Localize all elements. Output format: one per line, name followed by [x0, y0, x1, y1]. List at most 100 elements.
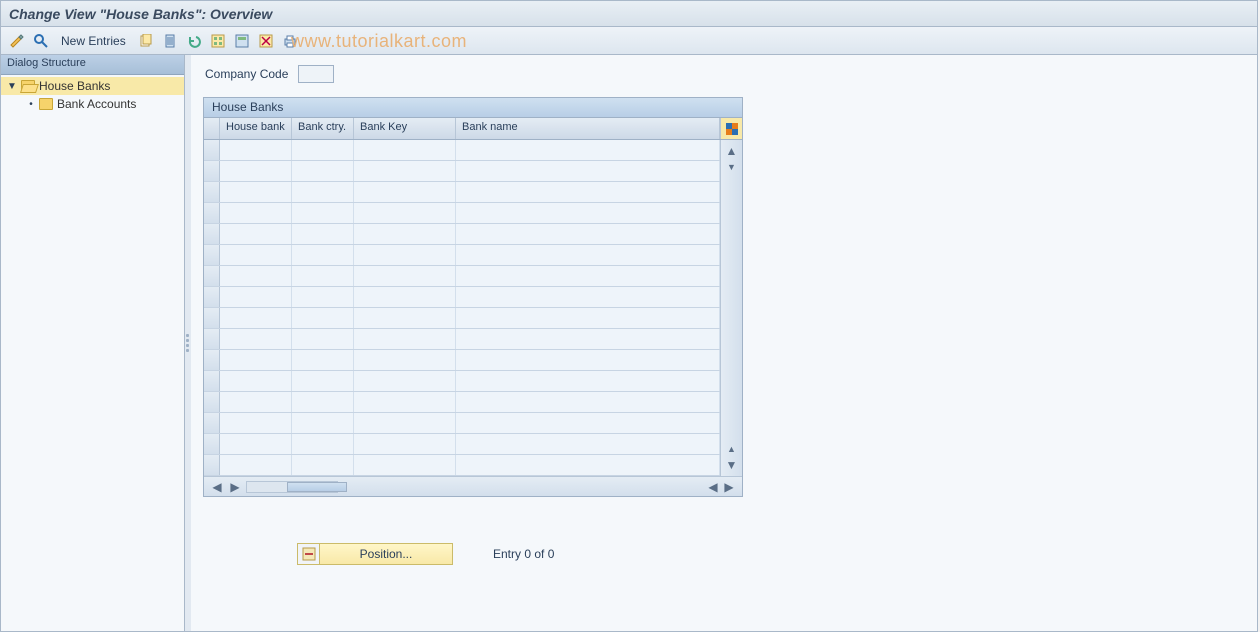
table-row[interactable]: [204, 392, 720, 413]
row-selector[interactable]: [204, 371, 220, 391]
undo-icon[interactable]: [184, 31, 204, 51]
select-block-icon[interactable]: [232, 31, 252, 51]
configure-columns-button[interactable]: [720, 118, 742, 139]
cell-bank-name[interactable]: [456, 329, 720, 349]
cell-bank-key[interactable]: [354, 371, 456, 391]
cell-bank-key[interactable]: [354, 140, 456, 160]
table-row[interactable]: [204, 161, 720, 182]
cell-bank-name[interactable]: [456, 455, 720, 475]
vertical-scrollbar[interactable]: ▲ ▼ ▲ ▼: [720, 140, 742, 476]
cell-bank-ctry[interactable]: [292, 350, 354, 370]
cell-house-bank[interactable]: [220, 371, 292, 391]
hscroll-track[interactable]: [246, 481, 338, 493]
cell-bank-key[interactable]: [354, 329, 456, 349]
cell-bank-key[interactable]: [354, 392, 456, 412]
page-left-icon[interactable]: ▶: [228, 480, 242, 494]
select-all-icon[interactable]: [208, 31, 228, 51]
row-selector[interactable]: [204, 266, 220, 286]
cell-bank-name[interactable]: [456, 413, 720, 433]
column-bank-key[interactable]: Bank Key: [354, 118, 456, 139]
table-row[interactable]: [204, 203, 720, 224]
row-selector[interactable]: [204, 329, 220, 349]
scroll-down-icon[interactable]: ▼: [725, 458, 739, 472]
row-selector[interactable]: [204, 392, 220, 412]
row-selector[interactable]: [204, 455, 220, 475]
table-row[interactable]: [204, 182, 720, 203]
cell-bank-ctry[interactable]: [292, 392, 354, 412]
table-row[interactable]: [204, 413, 720, 434]
cell-bank-ctry[interactable]: [292, 266, 354, 286]
position-button[interactable]: Position...: [297, 543, 453, 565]
table-row[interactable]: [204, 371, 720, 392]
cell-bank-ctry[interactable]: [292, 203, 354, 223]
cell-bank-name[interactable]: [456, 434, 720, 454]
cell-bank-key[interactable]: [354, 434, 456, 454]
horizontal-scrollbar[interactable]: ◀ ▶ ◀ ▶: [204, 476, 742, 496]
deselect-all-icon[interactable]: [256, 31, 276, 51]
cell-bank-key[interactable]: [354, 350, 456, 370]
cell-bank-name[interactable]: [456, 182, 720, 202]
cell-bank-ctry[interactable]: [292, 140, 354, 160]
cell-house-bank[interactable]: [220, 140, 292, 160]
copy-icon[interactable]: [136, 31, 156, 51]
cell-bank-name[interactable]: [456, 161, 720, 181]
tree-node-bank-accounts[interactable]: • Bank Accounts: [1, 95, 184, 113]
row-selector[interactable]: [204, 182, 220, 202]
cell-bank-ctry[interactable]: [292, 182, 354, 202]
cell-bank-name[interactable]: [456, 266, 720, 286]
row-selector[interactable]: [204, 161, 220, 181]
cell-bank-ctry[interactable]: [292, 161, 354, 181]
cell-bank-name[interactable]: [456, 224, 720, 244]
cell-bank-name[interactable]: [456, 371, 720, 391]
delete-icon[interactable]: [160, 31, 180, 51]
cell-bank-ctry[interactable]: [292, 434, 354, 454]
row-selector[interactable]: [204, 140, 220, 160]
cell-house-bank[interactable]: [220, 203, 292, 223]
cell-bank-name[interactable]: [456, 287, 720, 307]
cell-bank-ctry[interactable]: [292, 245, 354, 265]
caret-down-icon[interactable]: ▼: [7, 81, 17, 92]
table-row[interactable]: [204, 329, 720, 350]
page-down-icon[interactable]: ▲: [725, 442, 739, 456]
cell-house-bank[interactable]: [220, 245, 292, 265]
table-row[interactable]: [204, 287, 720, 308]
row-selector[interactable]: [204, 203, 220, 223]
table-row[interactable]: [204, 224, 720, 245]
cell-house-bank[interactable]: [220, 182, 292, 202]
cell-bank-name[interactable]: [456, 350, 720, 370]
cell-bank-key[interactable]: [354, 455, 456, 475]
table-row[interactable]: [204, 266, 720, 287]
cell-house-bank[interactable]: [220, 455, 292, 475]
cell-bank-name[interactable]: [456, 140, 720, 160]
cell-house-bank[interactable]: [220, 308, 292, 328]
table-row[interactable]: [204, 308, 720, 329]
hscroll-thumb[interactable]: [287, 482, 347, 492]
cell-bank-key[interactable]: [354, 287, 456, 307]
row-selector[interactable]: [204, 308, 220, 328]
scroll-up-icon[interactable]: ▲: [725, 144, 739, 158]
cell-bank-ctry[interactable]: [292, 455, 354, 475]
column-bank-name[interactable]: Bank name: [456, 118, 720, 139]
new-entries-button[interactable]: New Entries: [55, 31, 132, 51]
cell-house-bank[interactable]: [220, 413, 292, 433]
cell-bank-name[interactable]: [456, 203, 720, 223]
cell-bank-key[interactable]: [354, 245, 456, 265]
cell-house-bank[interactable]: [220, 224, 292, 244]
tree-node-house-banks[interactable]: ▼ House Banks: [1, 77, 184, 95]
row-selector[interactable]: [204, 245, 220, 265]
cell-bank-key[interactable]: [354, 203, 456, 223]
row-selector[interactable]: [204, 434, 220, 454]
cell-bank-ctry[interactable]: [292, 329, 354, 349]
scroll-right-icon[interactable]: ▶: [722, 480, 736, 494]
table-row[interactable]: [204, 140, 720, 161]
cell-bank-key[interactable]: [354, 161, 456, 181]
cell-house-bank[interactable]: [220, 266, 292, 286]
cell-bank-ctry[interactable]: [292, 413, 354, 433]
cell-bank-key[interactable]: [354, 266, 456, 286]
cell-house-bank[interactable]: [220, 329, 292, 349]
cell-house-bank[interactable]: [220, 161, 292, 181]
row-selector[interactable]: [204, 287, 220, 307]
table-row[interactable]: [204, 350, 720, 371]
cell-bank-ctry[interactable]: [292, 287, 354, 307]
column-house-bank[interactable]: House bank: [220, 118, 292, 139]
